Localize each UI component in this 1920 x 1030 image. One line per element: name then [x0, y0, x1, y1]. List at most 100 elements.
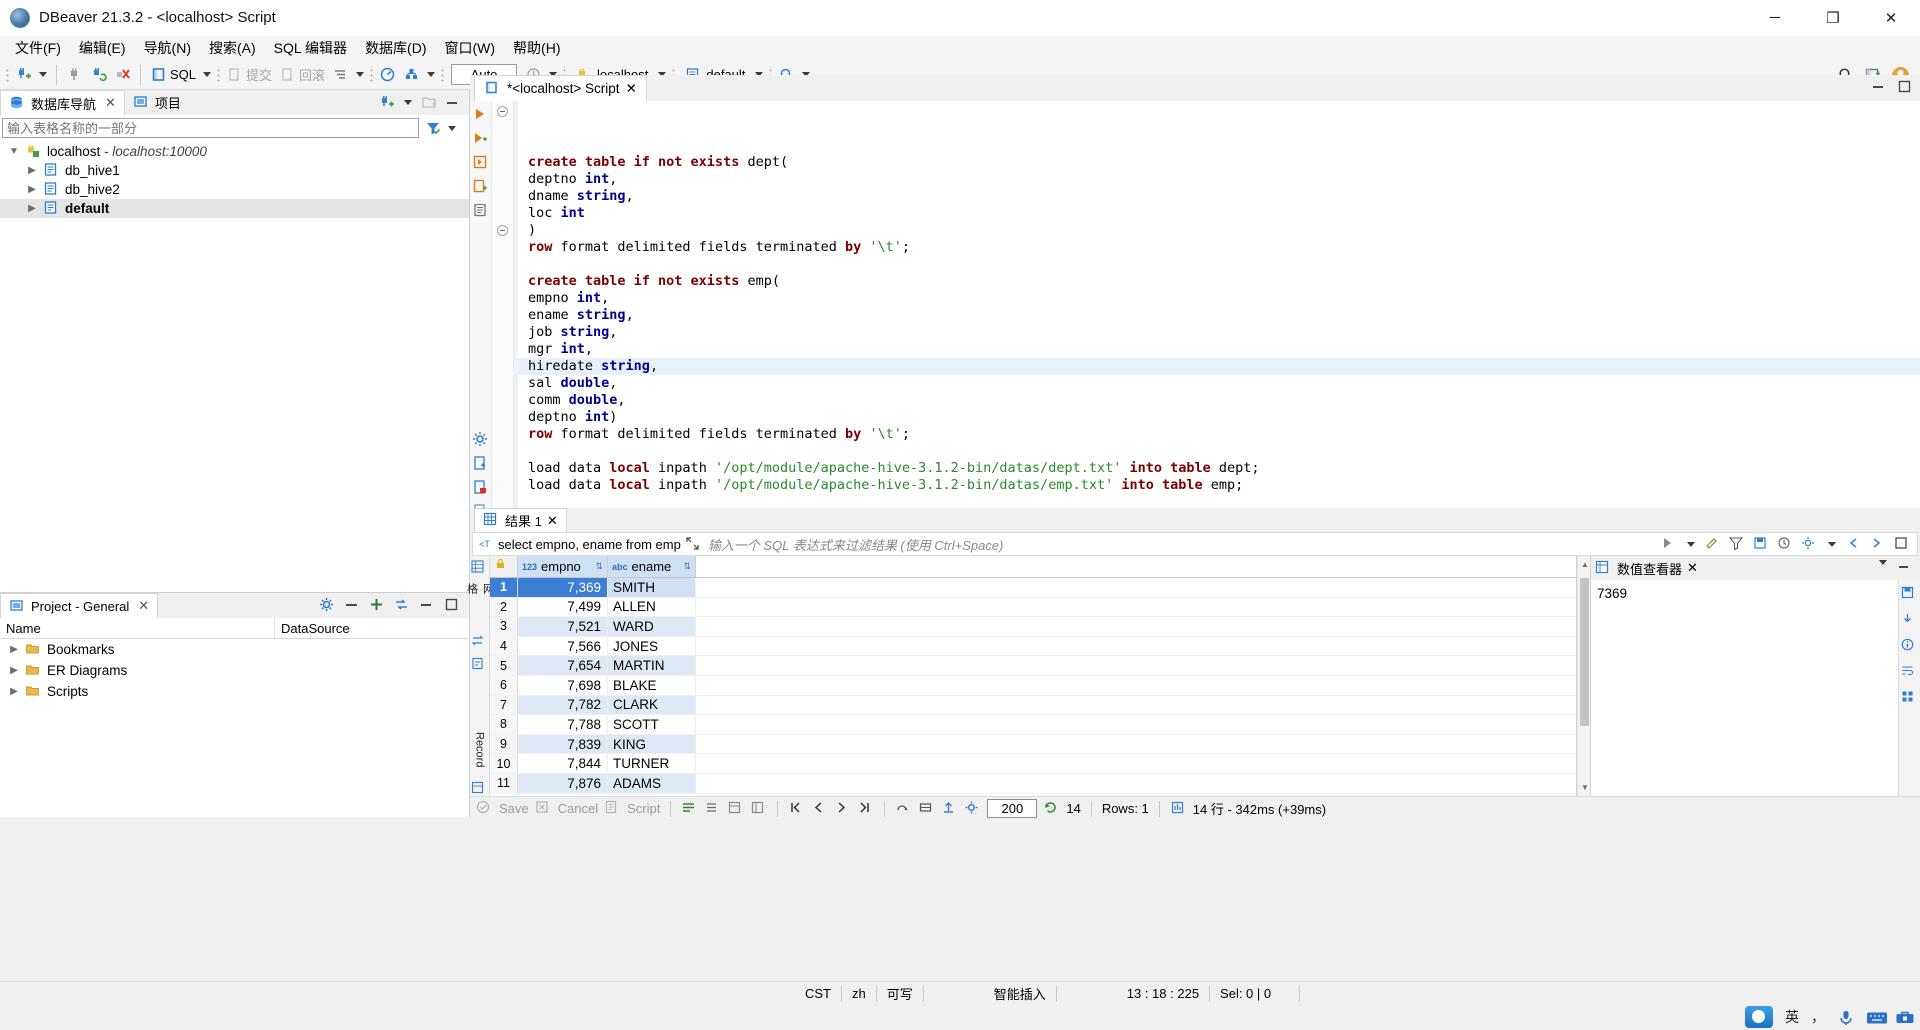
- editor-line[interactable]: [514, 443, 1920, 460]
- toolbar-grip-3[interactable]: [370, 65, 374, 84]
- cell-ename[interactable]: JONES: [608, 636, 696, 656]
- minimize-button[interactable]: ─: [1746, 0, 1804, 36]
- row-number[interactable]: 1: [490, 578, 518, 597]
- navigator-filter-input[interactable]: [2, 118, 419, 138]
- results-data-grid[interactable]: 123 empno ⇅ abc ename ⇅ 1 7,369 SMITH 2 7,49…: [490, 556, 1577, 796]
- export-result-icon[interactable]: [472, 455, 489, 472]
- value-viewer-content[interactable]: 7369: [1591, 580, 1920, 601]
- results-filter-query[interactable]: select empno, ename from emp: [494, 537, 685, 552]
- chevron-right-icon[interactable]: ▶: [8, 665, 20, 676]
- new-sql-editor-button[interactable]: SQL: [147, 62, 199, 88]
- close-icon[interactable]: ✕: [1687, 560, 1698, 576]
- chevron-down-icon[interactable]: ▼: [8, 146, 20, 157]
- row-number[interactable]: 4: [490, 636, 518, 656]
- database-manage-dropdown[interactable]: [427, 72, 436, 77]
- close-icon[interactable]: ✕: [138, 598, 149, 614]
- project-row-scripts[interactable]: ▶ Scripts: [0, 681, 469, 702]
- previous-row-icon[interactable]: [811, 800, 828, 817]
- editor-line[interactable]: mgr int,: [514, 341, 1920, 358]
- execute-statement-icon[interactable]: [472, 106, 489, 123]
- cell-empno[interactable]: 7,844: [518, 754, 608, 773]
- grid-header-ename[interactable]: abc ename ⇅: [608, 556, 696, 577]
- editor-code-area[interactable]: create table if not exists dept(deptno i…: [514, 101, 1920, 526]
- cell-empno[interactable]: 7,499: [518, 597, 608, 617]
- cell-empno[interactable]: 7,876: [518, 773, 608, 793]
- close-icon[interactable]: ✕: [105, 95, 116, 111]
- column-header-datasource[interactable]: DataSource: [275, 618, 469, 638]
- grid-header-empno[interactable]: 123 empno ⇅: [518, 556, 608, 577]
- calc-icon[interactable]: [471, 657, 488, 674]
- menu-window[interactable]: 窗口(W): [436, 36, 505, 60]
- sql-editor-dropdown[interactable]: [203, 72, 212, 77]
- maximize-results-icon[interactable]: [1894, 536, 1911, 553]
- word-wrap-icon[interactable]: [1901, 664, 1918, 681]
- table-row[interactable]: 8 7,788 SCOTT: [490, 715, 1576, 735]
- editor-line[interactable]: hiredate string,: [514, 358, 1920, 375]
- editor-line[interactable]: deptno int,: [514, 171, 1920, 188]
- record-tab-label[interactable]: Record: [474, 732, 486, 767]
- toolbar-grip-4[interactable]: [441, 65, 445, 84]
- cell-ename[interactable]: KING: [608, 734, 696, 754]
- cell-ename[interactable]: ALLEN: [608, 597, 696, 617]
- cell-ename[interactable]: SCOTT: [608, 715, 696, 734]
- editor-line[interactable]: row format delimited fields terminated b…: [514, 426, 1920, 443]
- cell-empno[interactable]: 7,369: [518, 578, 608, 597]
- chevron-right-icon[interactable]: ▶: [26, 184, 38, 195]
- menu-database[interactable]: 数据库(D): [356, 36, 435, 60]
- cell-ename[interactable]: CLARK: [608, 695, 696, 715]
- cell-empno[interactable]: 7,566: [518, 636, 608, 656]
- grid-config-icon[interactable]: [964, 800, 981, 817]
- sort-icon[interactable]: ⇅: [595, 561, 603, 572]
- cell-ename[interactable]: SMITH: [608, 578, 696, 597]
- editor-line[interactable]: create table if not exists dept(: [514, 154, 1920, 171]
- cell-empno[interactable]: 7,839: [518, 734, 608, 754]
- cell-empno[interactable]: 7,782: [518, 695, 608, 715]
- disconnect-button[interactable]: [63, 62, 86, 88]
- menu-help[interactable]: 帮助(H): [504, 36, 569, 60]
- chevron-down-icon[interactable]: [1687, 541, 1695, 547]
- menu-edit[interactable]: 编辑(E): [70, 36, 135, 60]
- cell-empno[interactable]: 7,698: [518, 675, 608, 695]
- invalidate-button[interactable]: [111, 62, 134, 88]
- record-presentation-icon[interactable]: [471, 781, 488, 798]
- edit-row-icon[interactable]: [750, 800, 767, 817]
- execute-new-tab-icon[interactable]: [472, 154, 489, 171]
- toolbar-grip[interactable]: [6, 65, 9, 84]
- load-value-icon[interactable]: [1901, 612, 1918, 629]
- transaction-mode-button[interactable]: [329, 62, 352, 88]
- grid-settings-icon[interactable]: [1801, 536, 1818, 553]
- editor-line[interactable]: [514, 256, 1920, 273]
- expand-filter-icon[interactable]: [685, 536, 702, 553]
- results-filter-placeholder[interactable]: 输入一个 SQL 表达式来过滤结果 (使用 Ctrl+Space): [702, 535, 1004, 554]
- sql-settings-icon[interactable]: [472, 431, 489, 448]
- ime-mode-label[interactable]: 英: [1785, 1007, 1799, 1027]
- fold-toggle-icon[interactable]: [497, 225, 508, 236]
- close-icon[interactable]: ✕: [547, 513, 558, 529]
- row-limit-input[interactable]: 200: [987, 799, 1038, 818]
- chevron-right-icon[interactable]: ▶: [26, 203, 38, 214]
- maximize-button[interactable]: ❐: [1804, 0, 1862, 36]
- row-number[interactable]: 2: [490, 597, 518, 617]
- toolbox-icon[interactable]: [1895, 1009, 1914, 1026]
- tree-item-db-hive2[interactable]: ▶ db_hive2: [0, 180, 469, 199]
- table-row[interactable]: 3 7,521 WARD: [490, 617, 1576, 637]
- editor-line[interactable]: load data local inpath '/opt/module/apac…: [514, 460, 1920, 477]
- tree-item-default[interactable]: ▶ default: [0, 199, 469, 218]
- maximize-editor-icon[interactable]: [1897, 79, 1914, 96]
- next-row-icon[interactable]: [834, 800, 851, 817]
- first-row-icon[interactable]: [788, 800, 805, 817]
- table-row[interactable]: 2 7,499 ALLEN: [490, 597, 1576, 618]
- new-connection-icon[interactable]: [378, 94, 395, 111]
- fold-toggle-icon[interactable]: [497, 106, 508, 117]
- fetch-next-page-icon[interactable]: [895, 800, 912, 817]
- new-connection-dropdown[interactable]: [39, 72, 47, 77]
- row-number[interactable]: 9: [490, 734, 518, 754]
- cell-ename[interactable]: ADAMS: [608, 773, 696, 793]
- editor-line[interactable]: row format delimited fields terminated b…: [514, 239, 1920, 256]
- refresh-connection-button[interactable]: [87, 62, 110, 88]
- editor-line[interactable]: empno int,: [514, 290, 1920, 307]
- cell-ename[interactable]: WARD: [608, 617, 696, 636]
- grid-view-icon[interactable]: [1901, 690, 1918, 707]
- menu-file[interactable]: 文件(F): [6, 36, 70, 60]
- row-number[interactable]: 6: [490, 675, 518, 695]
